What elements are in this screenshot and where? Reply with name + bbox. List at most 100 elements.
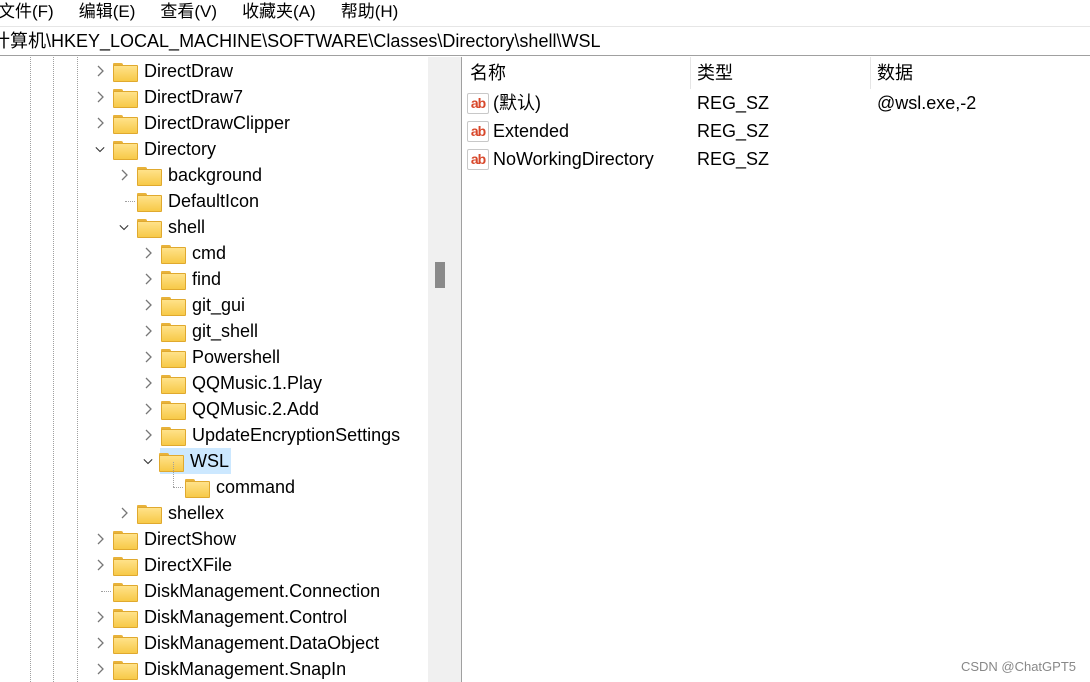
tree-item-label: DiskManagement.DataObject	[144, 633, 380, 653]
tree-item[interactable]: DefaultIcon	[137, 188, 261, 214]
tree-item[interactable]: DiskManagement.DataObject	[113, 630, 381, 656]
chevron-right-icon[interactable]	[92, 526, 108, 552]
key-tree: DirectDraw DirectDraw7 DirectDrawClipper Di…	[0, 57, 428, 682]
chevron-right-icon[interactable]	[92, 552, 108, 578]
tree-item-label: WSL	[188, 449, 232, 473]
tree-item[interactable]: Directory	[113, 136, 218, 162]
tree-item-label: cmd	[192, 243, 227, 263]
value-name: NoWorkingDirectory	[493, 149, 654, 169]
tree-item[interactable]: DiskManagement.Control	[113, 604, 349, 630]
chevron-right-icon[interactable]	[140, 240, 156, 266]
value-type: REG_SZ	[697, 93, 770, 113]
tree-item[interactable]: DirectXFile	[113, 552, 234, 578]
tree-item-label: UpdateEncryptionSettings	[192, 425, 401, 445]
tree-item[interactable]: DirectDraw	[113, 58, 235, 84]
tree-item-label: git_shell	[192, 321, 259, 341]
tree-item[interactable]: git_shell	[161, 318, 260, 344]
menu-item[interactable]: 编辑(E)	[79, 0, 136, 25]
folder-icon	[137, 218, 162, 238]
chevron-right-icon[interactable]	[92, 604, 108, 630]
folder-icon	[113, 660, 138, 680]
chevron-right-icon[interactable]	[140, 318, 156, 344]
tree-item[interactable]: command	[185, 474, 297, 500]
tree-item[interactable]: WSL	[159, 448, 232, 474]
chevron-right-icon[interactable]	[92, 110, 108, 136]
chevron-right-icon[interactable]	[140, 422, 156, 448]
tree-item-label: git_gui	[192, 295, 246, 315]
tree-item-label: shell	[168, 217, 206, 237]
tree-item[interactable]: find	[161, 266, 223, 292]
folder-icon	[185, 478, 210, 498]
folder-icon	[161, 400, 186, 420]
menu-item[interactable]: 收藏夹(A)	[242, 0, 316, 25]
menu-item[interactable]: 文件(F)	[0, 0, 54, 25]
tree-item[interactable]: UpdateEncryptionSettings	[161, 422, 402, 448]
menu-item[interactable]: 帮助(H)	[341, 0, 399, 25]
tree-item[interactable]: DirectDrawClipper	[113, 110, 292, 136]
tree-guide-line	[53, 57, 54, 682]
tree-scrollbar[interactable]	[428, 57, 455, 682]
column-header-data[interactable]: 数据	[871, 57, 1090, 89]
tree-item[interactable]: DirectDraw7	[113, 84, 245, 110]
folder-icon	[113, 582, 138, 602]
tree-item-label: DirectDraw7	[144, 87, 244, 107]
tree-item-label: Directory	[144, 139, 217, 159]
tree-item[interactable]: DiskManagement.SnapIn	[113, 656, 348, 682]
tree-item[interactable]: background	[137, 162, 264, 188]
chevron-right-icon[interactable]	[116, 162, 132, 188]
folder-icon	[161, 322, 186, 342]
tree-item-label: DiskManagement.Connection	[144, 581, 381, 601]
value-type: REG_SZ	[697, 121, 770, 141]
folder-icon	[113, 634, 138, 654]
string-value-icon: ab	[467, 149, 489, 170]
tree-guide-line	[30, 57, 31, 682]
tree-item[interactable]: cmd	[161, 240, 228, 266]
folder-icon	[113, 608, 138, 628]
menu-bar: 文件(F) 编辑(E) 查看(V) 收藏夹(A) 帮助(H)	[0, 0, 1090, 25]
tree-item-label: DirectDraw	[144, 61, 234, 81]
value-name: Extended	[493, 121, 570, 141]
chevron-down-icon[interactable]	[116, 214, 132, 240]
tree-item[interactable]: git_gui	[161, 292, 247, 318]
chevron-right-icon[interactable]	[92, 58, 108, 84]
tree-item-label: QQMusic.2.Add	[192, 399, 320, 419]
chevron-right-icon[interactable]	[140, 344, 156, 370]
value-name: (默认)	[493, 93, 541, 113]
tree-item[interactable]: DirectShow	[113, 526, 238, 552]
watermark: CSDN @ChatGPT5	[960, 659, 1076, 674]
tree-item[interactable]: shellex	[137, 500, 226, 526]
chevron-right-icon[interactable]	[92, 656, 108, 682]
chevron-right-icon[interactable]	[140, 266, 156, 292]
chevron-right-icon[interactable]	[140, 292, 156, 318]
column-header-name[interactable]: 名称	[462, 57, 691, 89]
chevron-down-icon[interactable]	[92, 136, 108, 162]
tree-guide-line	[77, 57, 78, 682]
folder-icon	[113, 114, 138, 134]
column-header-type[interactable]: 类型	[691, 57, 871, 89]
tree-item[interactable]: shell	[137, 214, 207, 240]
chevron-right-icon[interactable]	[92, 84, 108, 110]
tree-item[interactable]: QQMusic.1.Play	[161, 370, 324, 396]
tree-item-label: DirectShow	[144, 529, 237, 549]
chevron-right-icon[interactable]	[92, 630, 108, 656]
value-row[interactable]: ab (默认) REG_SZ @wsl.exe,-2	[462, 89, 1090, 117]
string-value-icon: ab	[467, 121, 489, 142]
pane-splitter[interactable]	[455, 57, 462, 682]
tree-item[interactable]: Powershell	[161, 344, 282, 370]
folder-icon	[159, 452, 184, 472]
menu-item[interactable]: 查看(V)	[160, 0, 217, 25]
chevron-right-icon[interactable]	[140, 370, 156, 396]
chevron-right-icon[interactable]	[116, 500, 132, 526]
chevron-down-icon[interactable]	[140, 448, 156, 474]
value-row[interactable]: ab NoWorkingDirectory REG_SZ	[462, 145, 1090, 173]
scrollbar-thumb[interactable]	[435, 262, 445, 288]
value-row[interactable]: ab Extended REG_SZ	[462, 117, 1090, 145]
chevron-right-icon[interactable]	[140, 396, 156, 422]
tree-item-label: QQMusic.1.Play	[192, 373, 323, 393]
address-bar[interactable]: 计算机\HKEY_LOCAL_MACHINE\SOFTWARE\Classes\…	[0, 26, 1090, 56]
folder-icon	[113, 530, 138, 550]
tree-item[interactable]: QQMusic.2.Add	[161, 396, 321, 422]
folder-icon	[161, 296, 186, 316]
tree-item[interactable]: DiskManagement.Connection	[113, 578, 382, 604]
tree-item-label: DiskManagement.SnapIn	[144, 659, 347, 679]
